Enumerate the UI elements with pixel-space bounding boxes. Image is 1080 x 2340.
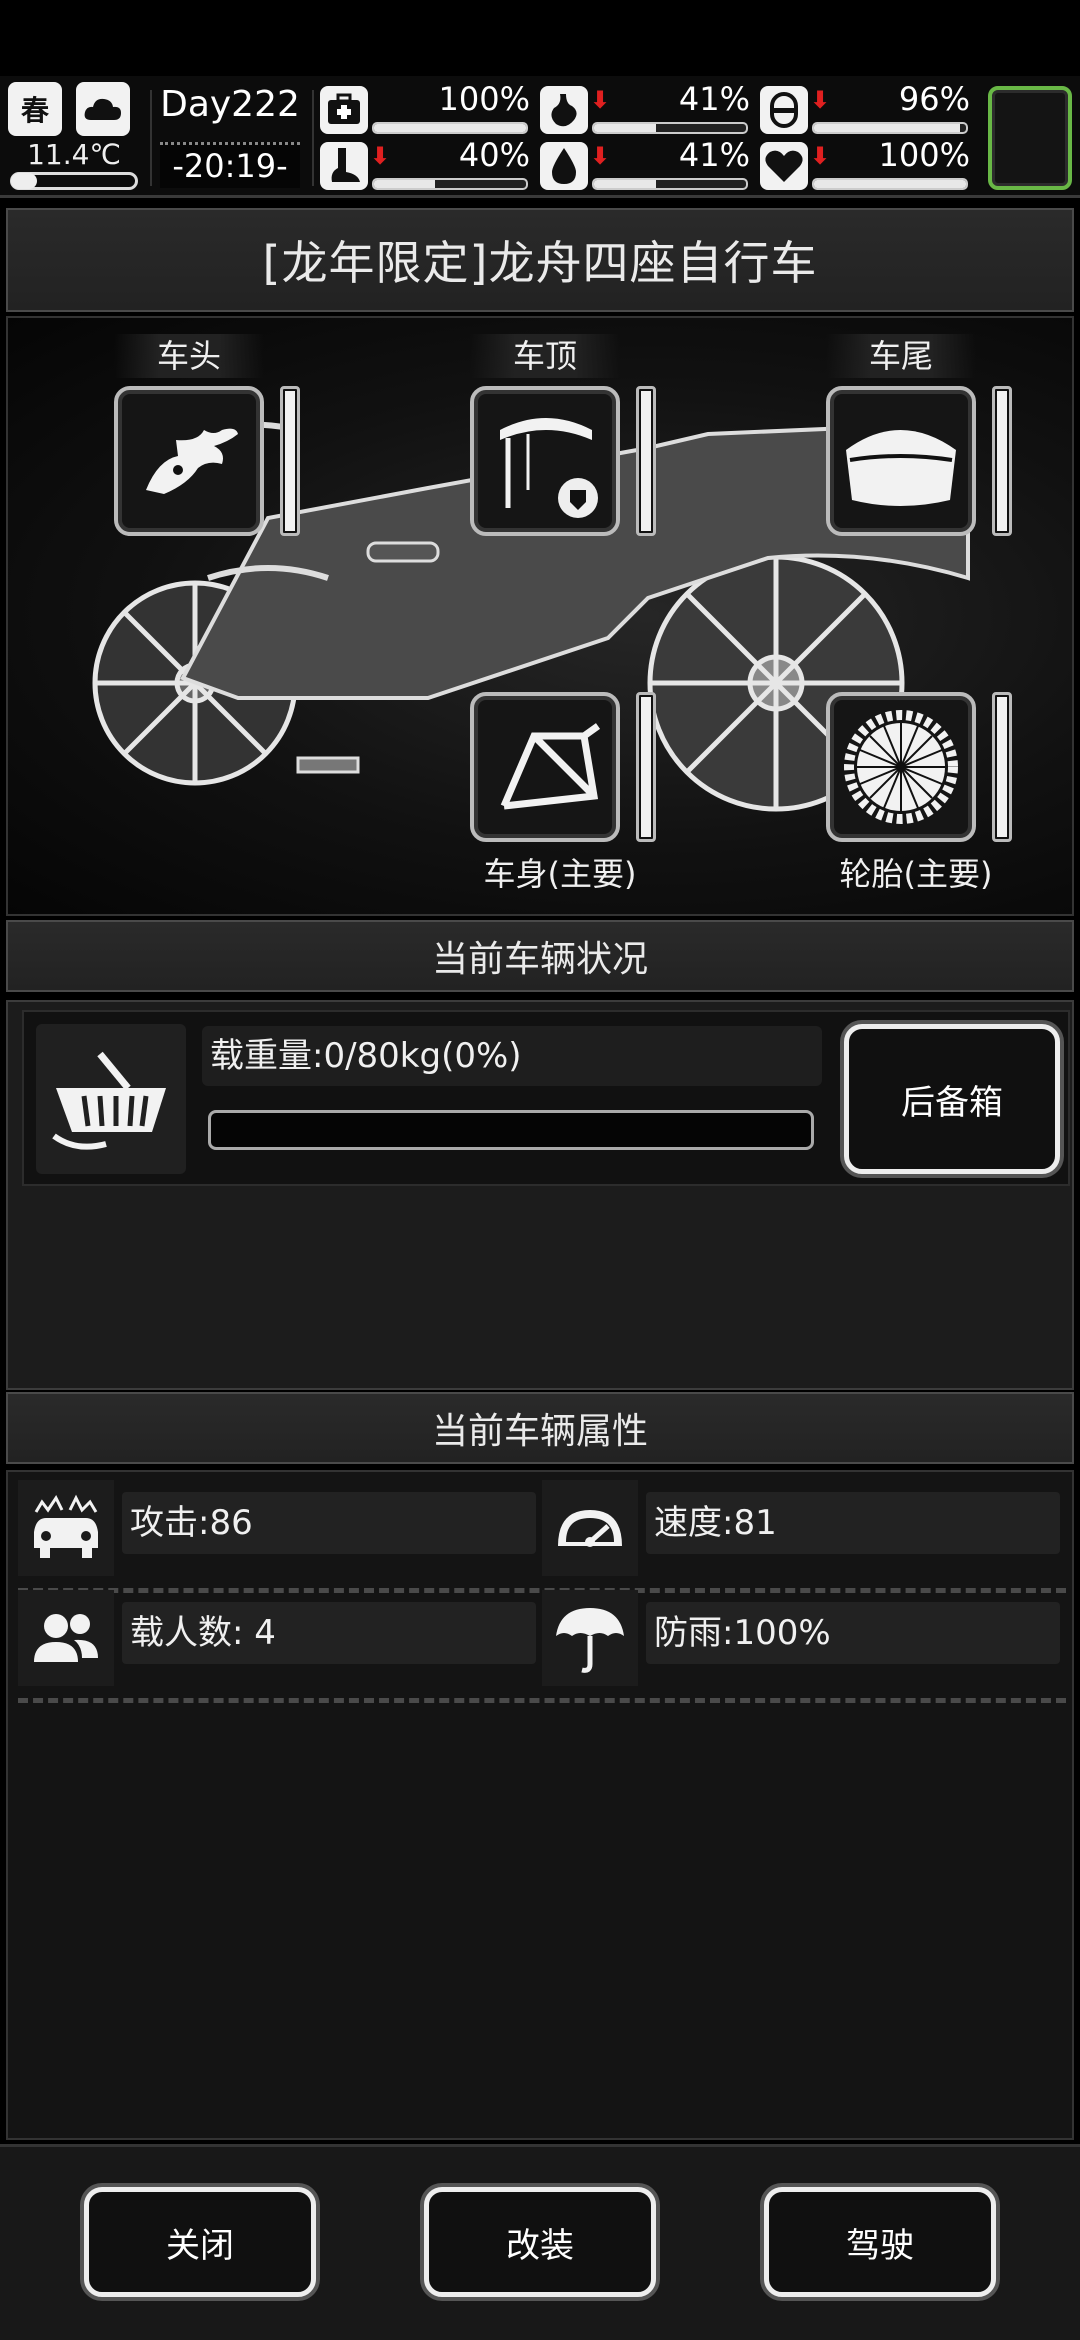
attr-attack: 攻击:86	[18, 1480, 538, 1576]
drive-button[interactable]: 驾驶	[764, 2187, 996, 2297]
slot-label: 车尾	[826, 334, 976, 378]
attack-value: 攻击:86	[122, 1492, 536, 1554]
slot-head[interactable]: 车头	[114, 334, 300, 536]
section-title: 当前车辆属性	[431, 1411, 648, 1452]
attr-section-header: 当前车辆属性	[6, 1392, 1074, 1464]
stat-value: 40%	[458, 136, 530, 174]
stat-bar	[372, 178, 528, 190]
vehicle-title-header: [龙年限定]龙舟四座自行车	[6, 208, 1074, 312]
falling-arrow-icon: ⬇	[810, 142, 831, 170]
season-label: 春	[20, 94, 49, 127]
bike-frame-icon[interactable]	[470, 692, 620, 842]
people-icon	[18, 1590, 114, 1686]
slot-label: 车头	[114, 334, 264, 378]
stat-bar	[592, 178, 748, 190]
slot-durability-bar	[992, 692, 1012, 842]
stat-value: 41%	[678, 80, 750, 118]
thermometer-icon	[10, 172, 138, 190]
slot-durability-bar	[636, 692, 656, 842]
car-attack-icon	[18, 1480, 114, 1576]
stat-bandage: ⬇ 96%	[760, 80, 976, 138]
basket-icon	[36, 1024, 186, 1174]
close-button[interactable]: 关闭	[84, 2187, 316, 2297]
stomach-icon	[540, 86, 588, 134]
divider	[312, 90, 314, 186]
umbrella-icon	[542, 1590, 638, 1686]
falling-arrow-icon: ⬇	[370, 142, 391, 170]
stat-stamina: ⬇ 40%	[320, 136, 536, 194]
clock-time: -20:19-	[160, 142, 300, 188]
slot-durability-bar	[280, 386, 300, 536]
stat-health: 100%	[320, 80, 536, 138]
attr-passengers: 载人数: 4	[18, 1590, 538, 1686]
stat-bar	[812, 178, 968, 190]
slot-label: 轮胎(主要)	[839, 855, 993, 893]
heart-icon	[760, 142, 808, 190]
slot-label: 车顶	[470, 334, 620, 378]
temperature-readout: 11.4℃	[27, 138, 121, 171]
stat-mood: ⬇ 100%	[760, 136, 976, 194]
cloud-icon	[76, 82, 130, 136]
stat-value: 100%	[438, 80, 530, 118]
passengers-value: 载人数: 4	[122, 1602, 536, 1664]
vehicle-attributes-panel: 攻击:86 速度:81 载人数: 4 防雨:100%	[6, 1470, 1074, 2140]
speedometer-icon	[542, 1480, 638, 1576]
canopy-icon[interactable]	[470, 386, 620, 536]
modify-button[interactable]: 改装	[424, 2187, 656, 2297]
falling-arrow-icon: ⬇	[590, 86, 611, 114]
stat-value: 41%	[678, 136, 750, 174]
load-progress-bar	[208, 1110, 814, 1150]
falling-arrow-icon: ⬇	[810, 86, 831, 114]
stat-thirst: ⬇ 41%	[540, 136, 756, 194]
status-bar: 春 11.4℃ Day222 -20:19- 100% ⬇ 41% ⬇ 96%	[0, 76, 1080, 198]
slot-durability-bar	[992, 386, 1012, 536]
trunk-box-icon[interactable]	[826, 386, 976, 536]
falling-arrow-icon: ⬇	[590, 142, 611, 170]
load-capacity-label: 载重量:0/80kg(0%)	[202, 1026, 822, 1086]
vehicle-status-panel: 载重量:0/80kg(0%) 后备箱	[6, 1000, 1074, 1390]
section-title: 当前车辆状况	[431, 939, 648, 980]
stat-bar	[372, 122, 528, 134]
footer-bar: 关闭 改装 驾驶	[0, 2144, 1080, 2340]
dragon-head-icon[interactable]	[114, 386, 264, 536]
stat-hunger: ⬇ 41%	[540, 80, 756, 138]
slot-label: 车身(主要)	[483, 855, 637, 893]
foot-icon	[320, 142, 368, 190]
stat-bar	[592, 122, 748, 134]
slot-tail[interactable]: 车尾	[826, 334, 1012, 536]
stat-value: 100%	[878, 136, 970, 174]
wheel-icon[interactable]	[826, 692, 976, 842]
vehicle-title: [龙年限定]龙舟四座自行车	[262, 236, 818, 290]
vehicle-preview: 车头 车顶 车尾 车身(主要) 轮胎(主要)	[6, 316, 1074, 916]
trunk-button[interactable]: 后备箱	[844, 1024, 1060, 1174]
slot-durability-bar	[636, 386, 656, 536]
divider	[150, 90, 152, 186]
status-section-header: 当前车辆状况	[6, 920, 1074, 992]
season-badge: 春	[8, 82, 62, 136]
load-row: 载重量:0/80kg(0%) 后备箱	[22, 1010, 1070, 1186]
stat-value: 96%	[898, 80, 970, 118]
day-counter: Day222	[160, 84, 300, 125]
stat-bar	[812, 122, 968, 134]
water-drop-icon	[540, 142, 588, 190]
medkit-icon	[320, 86, 368, 134]
slot-roof[interactable]: 车顶	[470, 334, 656, 536]
row-divider	[18, 1698, 1066, 1703]
attr-speed: 速度:81	[542, 1480, 1062, 1576]
rainproof-value: 防雨:100%	[646, 1602, 1060, 1664]
speed-value: 速度:81	[646, 1492, 1060, 1554]
attr-rainproof: 防雨:100%	[542, 1590, 1062, 1686]
bandage-icon	[760, 86, 808, 134]
equipped-item-slot[interactable]	[988, 86, 1072, 190]
